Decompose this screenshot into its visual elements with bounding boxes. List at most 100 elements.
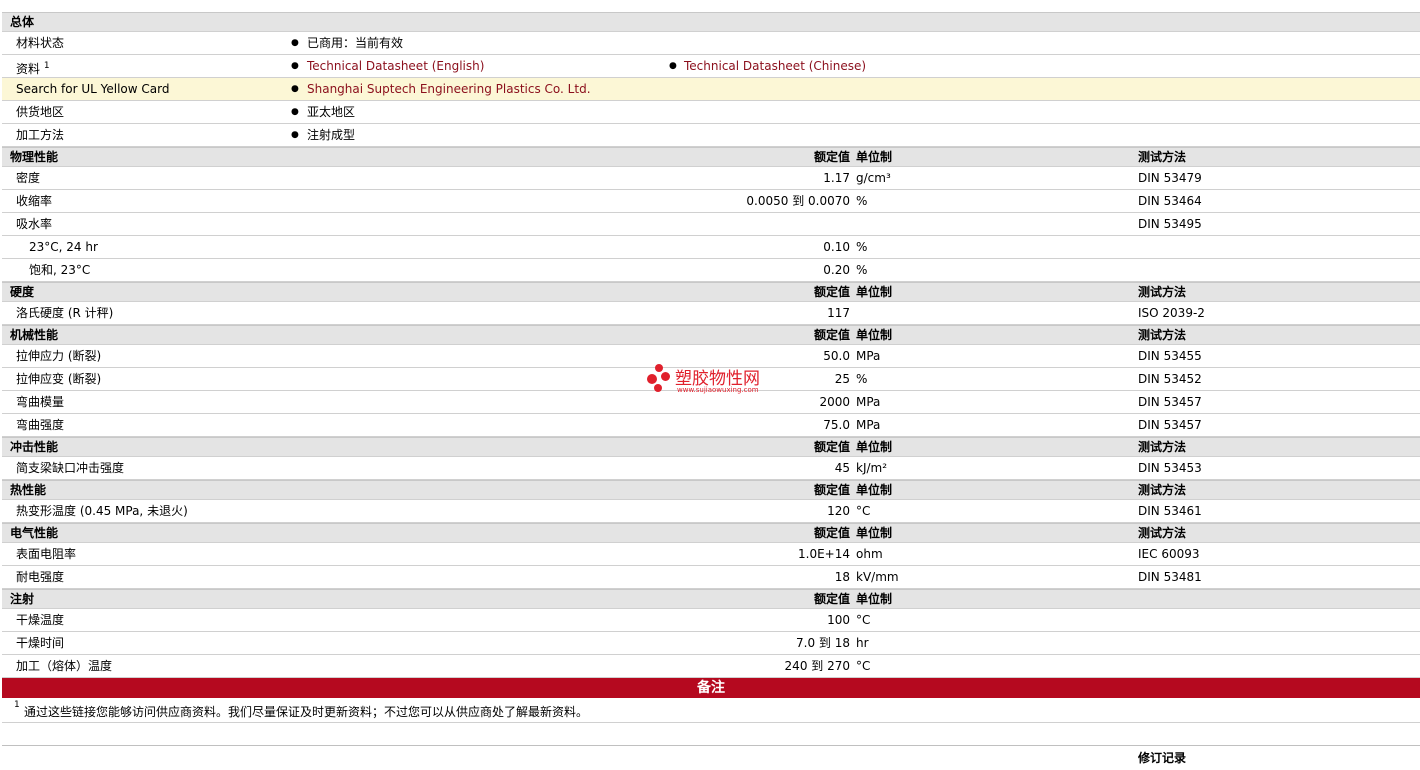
section-title: 机械性能 — [10, 328, 59, 342]
property-name: 干燥温度 — [16, 613, 65, 627]
property-unit: hr — [856, 636, 869, 650]
property-name: 弯曲模量 — [16, 395, 65, 409]
section-header-injection: 注射 额定值 单位制 — [2, 589, 1420, 609]
row-label: 资料 1 — [16, 55, 50, 80]
property-row: 热变形温度 (0.45 MPa, 未退火) 120 °C DIN 53461 — [2, 500, 1420, 523]
column-method-header: 测试方法 — [1138, 328, 1187, 342]
property-nominal-value: 0.10 — [823, 240, 850, 254]
property-name: 饱和, 23°C — [29, 263, 91, 277]
notes-header: 备注 — [2, 678, 1420, 698]
datasheet-english-link[interactable]: Technical Datasheet (English) — [307, 55, 484, 77]
datasheet-chinese-link[interactable]: Technical Datasheet (Chinese) — [684, 55, 866, 77]
property-test-method: ISO 2039-2 — [1138, 306, 1205, 320]
property-unit: % — [856, 372, 868, 386]
footnote: 1 通过这些链接您能够访问供应商资料。我们尽量保证及时更新资料；不过您可以从供应… — [2, 698, 1420, 723]
property-unit: MPa — [856, 349, 881, 363]
revision-history-label: 修订记录 — [1138, 751, 1187, 765]
section-header-mechanical: 机械性能 额定值 单位制 测试方法 — [2, 325, 1420, 345]
section-title: 物理性能 — [10, 150, 59, 164]
property-unit: kJ/m² — [856, 461, 888, 475]
bullet-icon: ● — [291, 61, 299, 71]
row-label-text: 资料 — [16, 62, 41, 76]
property-row: 拉伸应力 (断裂) 50.0 MPa DIN 53455 — [2, 345, 1420, 368]
column-unit-header: 单位制 — [856, 592, 893, 606]
property-row: 加工（熔体）温度 240 到 270 °C — [2, 655, 1420, 678]
column-unit-header: 单位制 — [856, 285, 893, 299]
property-nominal-value: 45 — [834, 461, 850, 475]
column-unit-header: 单位制 — [856, 440, 893, 454]
property-nominal-value: 0.20 — [823, 263, 850, 277]
property-test-method: DIN 53461 — [1138, 504, 1202, 518]
footnote-text: 通过这些链接您能够访问供应商资料。我们尽量保证及时更新资料；不过您可以从供应商处… — [24, 705, 589, 719]
footer: 修订记录 — [2, 746, 1420, 766]
row-value: 亚太地区 — [307, 105, 356, 119]
row-label: 供货地区 — [16, 105, 65, 119]
property-nominal-value: 240 到 270 — [784, 659, 850, 673]
column-unit-header: 单位制 — [856, 483, 893, 497]
property-test-method: DIN 53455 — [1138, 349, 1202, 363]
property-test-method: DIN 53495 — [1138, 217, 1202, 231]
column-method-header: 测试方法 — [1138, 285, 1187, 299]
property-nominal-value: 1.17 — [823, 171, 850, 185]
property-test-method: DIN 53479 — [1138, 171, 1202, 185]
section-title: 注射 — [10, 592, 35, 606]
property-nominal-value: 7.0 到 18 — [796, 636, 850, 650]
property-name: 干燥时间 — [16, 636, 65, 650]
bullet-icon: ● — [291, 38, 299, 48]
column-method-header: 测试方法 — [1138, 483, 1187, 497]
property-name: 耐电强度 — [16, 570, 65, 584]
property-nominal-value: 18 — [834, 570, 850, 584]
property-unit: MPa — [856, 395, 881, 409]
property-nominal-value: 0.0050 到 0.0070 — [746, 194, 850, 208]
property-unit: kV/mm — [856, 570, 899, 584]
property-unit: °C — [856, 659, 871, 673]
footnote-mark: 1 — [43, 61, 50, 71]
property-row: 干燥温度 100 °C — [2, 609, 1420, 632]
property-row: 饱和, 23°C 0.20% — [2, 259, 1420, 282]
property-name: 加工（熔体）温度 — [16, 659, 113, 673]
row-label: 材料状态 — [16, 36, 65, 50]
bullet-icon: ● — [291, 130, 299, 140]
property-test-method: DIN 53464 — [1138, 194, 1202, 208]
property-name: 简支梁缺口冲击强度 — [16, 461, 125, 475]
section-title: 热性能 — [10, 483, 47, 497]
footnote-mark: 1 — [14, 700, 20, 710]
property-row: 表面电阻率 1.0E+14 ohm IEC 60093 — [2, 543, 1420, 566]
property-unit: % — [856, 194, 868, 208]
section-title: 硬度 — [10, 285, 35, 299]
row-processing-method: 加工方法 ● 注射成型 — [2, 124, 1420, 147]
property-row: 收缩率 0.0050 到 0.0070% DIN 53464 — [2, 190, 1420, 213]
property-unit: % — [856, 240, 868, 254]
column-unit-header: 单位制 — [856, 526, 893, 540]
property-nominal-value: 75.0 — [823, 418, 850, 432]
section-header-physical: 物理性能 额定值 单位制 测试方法 — [2, 147, 1420, 167]
section-title: 冲击性能 — [10, 440, 59, 454]
property-row: 耐电强度 18 kV/mm DIN 53481 — [2, 566, 1420, 589]
ul-company-link[interactable]: Shanghai Suptech Engineering Plastics Co… — [307, 78, 591, 100]
property-row: 23°C, 24 hr 0.10% — [2, 236, 1420, 259]
property-row: 弯曲模量 2000 MPa DIN 53457 — [2, 391, 1420, 414]
property-name: 拉伸应变 (断裂) — [16, 372, 102, 386]
section-title: 电气性能 — [10, 526, 59, 540]
property-sections: 物理性能 额定值 单位制 测试方法 密度 1.17 g/cm³ DIN 53479 收缩率 0.0… — [2, 147, 1420, 678]
property-unit: % — [856, 263, 868, 277]
property-nominal-value: 25 — [834, 372, 850, 386]
property-name: 热变形温度 (0.45 MPa, 未退火) — [16, 504, 188, 518]
row-documents: 资料 1 ● Technical Datasheet (English) ● T… — [2, 55, 1420, 78]
property-nominal-value: 120 — [827, 504, 850, 518]
property-nominal-value: 1.0E+14 — [798, 547, 850, 561]
column-nominal-header: 额定值 — [813, 150, 850, 164]
property-unit: MPa — [856, 418, 881, 432]
section-header-impact: 冲击性能 额定值 单位制 测试方法 — [2, 437, 1420, 457]
section-header-electrical: 电气性能 额定值 单位制 测试方法 — [2, 523, 1420, 543]
section-header-general: 总体 — [2, 12, 1420, 32]
property-unit: ohm — [856, 547, 883, 561]
spacer-row — [2, 723, 1420, 746]
property-row: 洛氏硬度 (R 计秤) 117 ISO 2039-2 — [2, 302, 1420, 325]
property-nominal-value: 2000 — [819, 395, 850, 409]
property-test-method: DIN 53453 — [1138, 461, 1202, 475]
row-value: 注射成型 — [307, 128, 356, 142]
property-name: 表面电阻率 — [16, 547, 77, 561]
property-row: 密度 1.17 g/cm³ DIN 53479 — [2, 167, 1420, 190]
bullet-icon: ● — [291, 107, 299, 117]
